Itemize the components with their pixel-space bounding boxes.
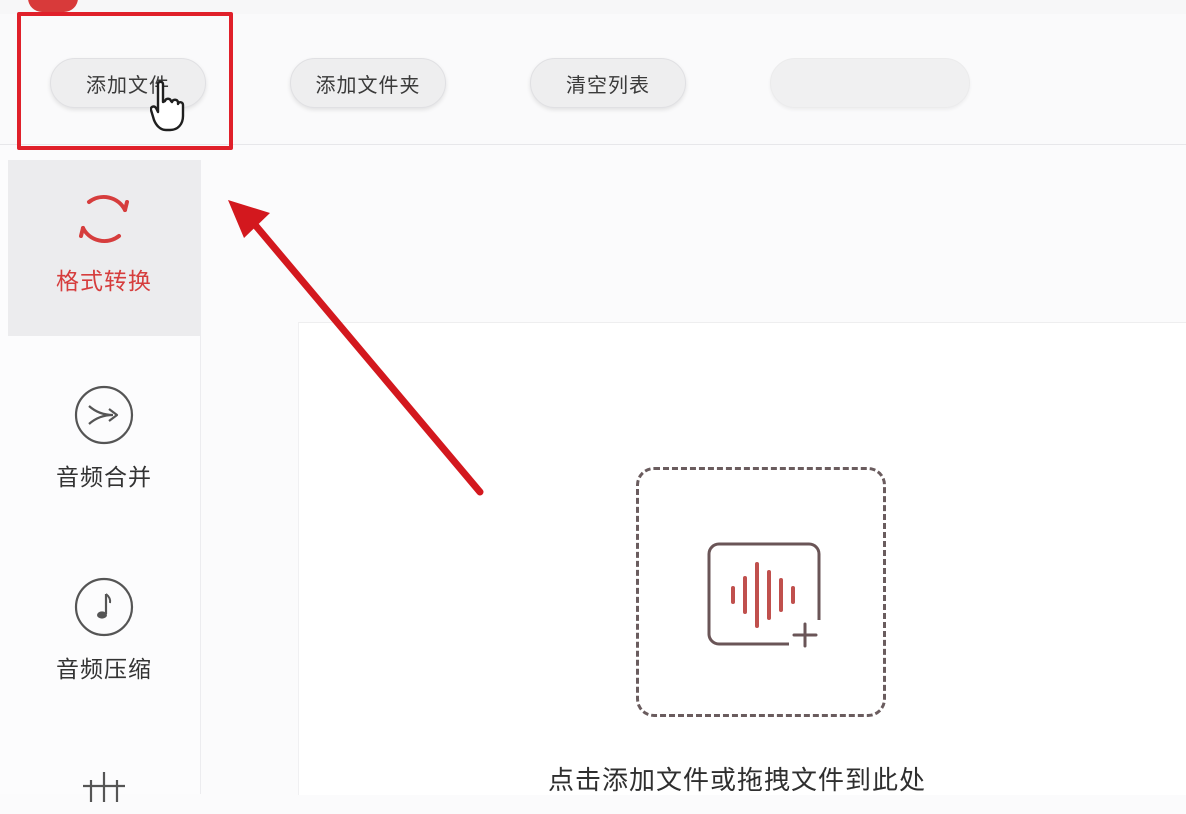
annotation-arrow [228,200,484,496]
